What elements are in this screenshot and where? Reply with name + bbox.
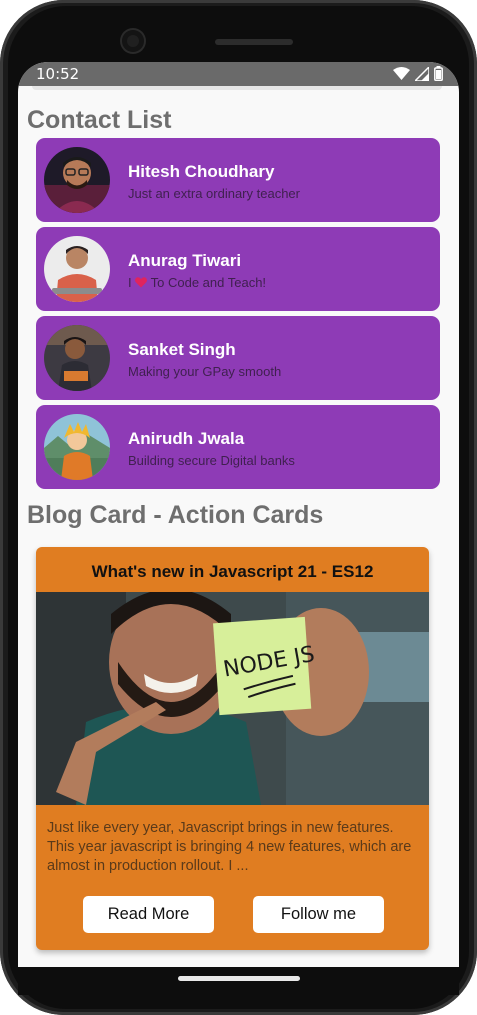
blog-card-body: Just like every year, Javascript brings … (47, 820, 412, 874)
contact-card-sanket[interactable]: Sanket Singh Making your GPay smooth (36, 316, 440, 400)
contact-list-title: Contact List (27, 106, 172, 134)
scroll-indicator (32, 86, 442, 90)
battery-icon (434, 66, 443, 81)
contact-name: Anirudh Jwala (128, 429, 245, 448)
heart-icon (135, 277, 148, 288)
contact-name: Hitesh Choudhary (128, 162, 275, 181)
anirudh-avatar-image (44, 414, 110, 480)
wifi-icon (393, 66, 410, 80)
blog-card: What's new in Javascript 21 - ES12 NODE … (36, 547, 429, 950)
avatar (44, 236, 110, 302)
contact-subtitle: Making your GPay smooth (128, 364, 282, 379)
signal-icon (415, 66, 429, 81)
contact-subtitle: I To Code and Teach! (128, 275, 266, 290)
contact-name: Sanket Singh (128, 340, 236, 359)
phone-frame: 10:52 Contact List Hitesh Choudhary Just… (0, 0, 477, 1015)
blog-section-title: Blog Card - Action Cards (27, 501, 324, 529)
front-camera (122, 30, 144, 52)
follow-me-button[interactable]: Follow me (253, 896, 384, 933)
contact-subtitle: Just an extra ordinary teacher (128, 186, 300, 201)
avatar (44, 414, 110, 480)
avatar (44, 325, 110, 391)
contact-subtitle: Building secure Digital banks (128, 453, 295, 468)
contact-name: Anurag Tiwari (128, 251, 242, 270)
gesture-nav-bar (18, 967, 459, 995)
contact-card-hitesh[interactable]: Hitesh Choudhary Just an extra ordinary … (36, 138, 440, 222)
app-screen: 10:52 Contact List Hitesh Choudhary Just… (18, 62, 459, 967)
contact-card-anurag[interactable]: Anurag Tiwari I To Code and Teach! (36, 227, 440, 311)
blog-card-title: What's new in Javascript 21 - ES12 (91, 562, 374, 581)
avatar (44, 147, 110, 213)
status-time: 10:52 (36, 65, 80, 83)
anurag-avatar-image (44, 236, 110, 302)
earpiece-speaker (215, 39, 293, 45)
subtitle-prefix: I (128, 275, 132, 290)
status-icons (393, 66, 443, 81)
blog-card-image: NODE JS (36, 592, 429, 805)
subtitle-suffix: To Code and Teach! (150, 275, 267, 290)
status-bar: 10:52 (18, 62, 459, 86)
hitesh-avatar-image (44, 147, 110, 213)
read-more-button[interactable]: Read More (83, 896, 214, 933)
contact-card-anirudh[interactable]: Anirudh Jwala Building secure Digital ba… (36, 405, 440, 489)
sanket-avatar-image (44, 325, 110, 391)
home-gesture-handle[interactable] (178, 976, 300, 981)
